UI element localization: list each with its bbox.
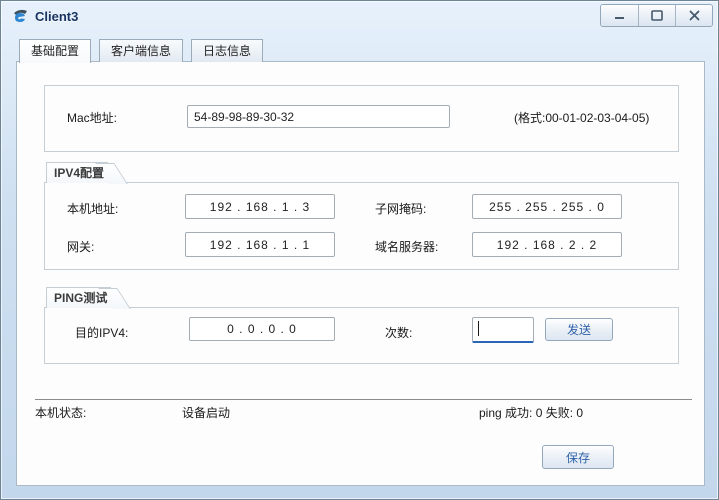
tab-client-info[interactable]: 客户端信息 <box>99 39 184 62</box>
close-icon <box>689 10 699 21</box>
maximize-icon <box>651 10 663 21</box>
tab-log-info[interactable]: 日志信息 <box>191 39 264 62</box>
subnet-mask-label: 子网掩码: <box>375 202 427 216</box>
dns-server-label: 域名服务器: <box>375 240 439 254</box>
ping-dest-label: 目的IPV4: <box>75 326 129 340</box>
tab-strip: 基础配置 客户端信息 日志信息 <box>19 39 264 63</box>
basic-config-panel: Mac地址: (格式:00-01-02-03-04-05) IPV4配置 本机地… <box>16 61 705 486</box>
tab-basic-config[interactable]: 基础配置 <box>19 39 92 63</box>
ping-count-field-wrap <box>472 317 534 343</box>
subnet-mask-input[interactable] <box>472 194 622 219</box>
host-address-label: 本机地址: <box>67 202 119 216</box>
save-button[interactable]: 保存 <box>542 445 614 469</box>
ping-count-label: 次数: <box>385 326 413 340</box>
host-address-input[interactable] <box>185 194 335 219</box>
ping-group-label: PING测试 <box>46 287 112 308</box>
host-status-value: 设备启动 <box>182 406 231 420</box>
dns-server-input[interactable] <box>472 232 622 257</box>
mac-address-input[interactable] <box>187 105 450 128</box>
ping-stats: ping 成功: 0 失败: 0 <box>479 406 584 420</box>
title-bar[interactable]: Client3 <box>1 1 718 31</box>
window-title: Client3 <box>35 8 79 24</box>
ping-count-input[interactable] <box>472 317 534 343</box>
gateway-label: 网关: <box>67 240 95 254</box>
gateway-input[interactable] <box>185 232 335 257</box>
window-controls <box>600 4 713 27</box>
ensp-app-icon <box>14 9 27 22</box>
minimize-icon <box>614 16 624 19</box>
close-button[interactable] <box>675 5 712 26</box>
text-caret <box>478 321 479 336</box>
client-config-window: Client3 基础配置 客户端信息 日志信息 Mac地址: (格式:00-01… <box>0 0 719 500</box>
minimize-button[interactable] <box>601 5 638 26</box>
maximize-button[interactable] <box>638 5 675 26</box>
mac-address-label: Mac地址: <box>67 111 118 125</box>
ipv4-group-label: IPV4配置 <box>46 162 109 183</box>
host-status-label: 本机状态: <box>35 406 87 420</box>
send-button[interactable]: 发送 <box>545 318 613 341</box>
ping-dest-input[interactable] <box>189 317 335 341</box>
mac-format-hint: (格式:00-01-02-03-04-05) <box>514 111 650 125</box>
status-divider <box>35 399 692 400</box>
